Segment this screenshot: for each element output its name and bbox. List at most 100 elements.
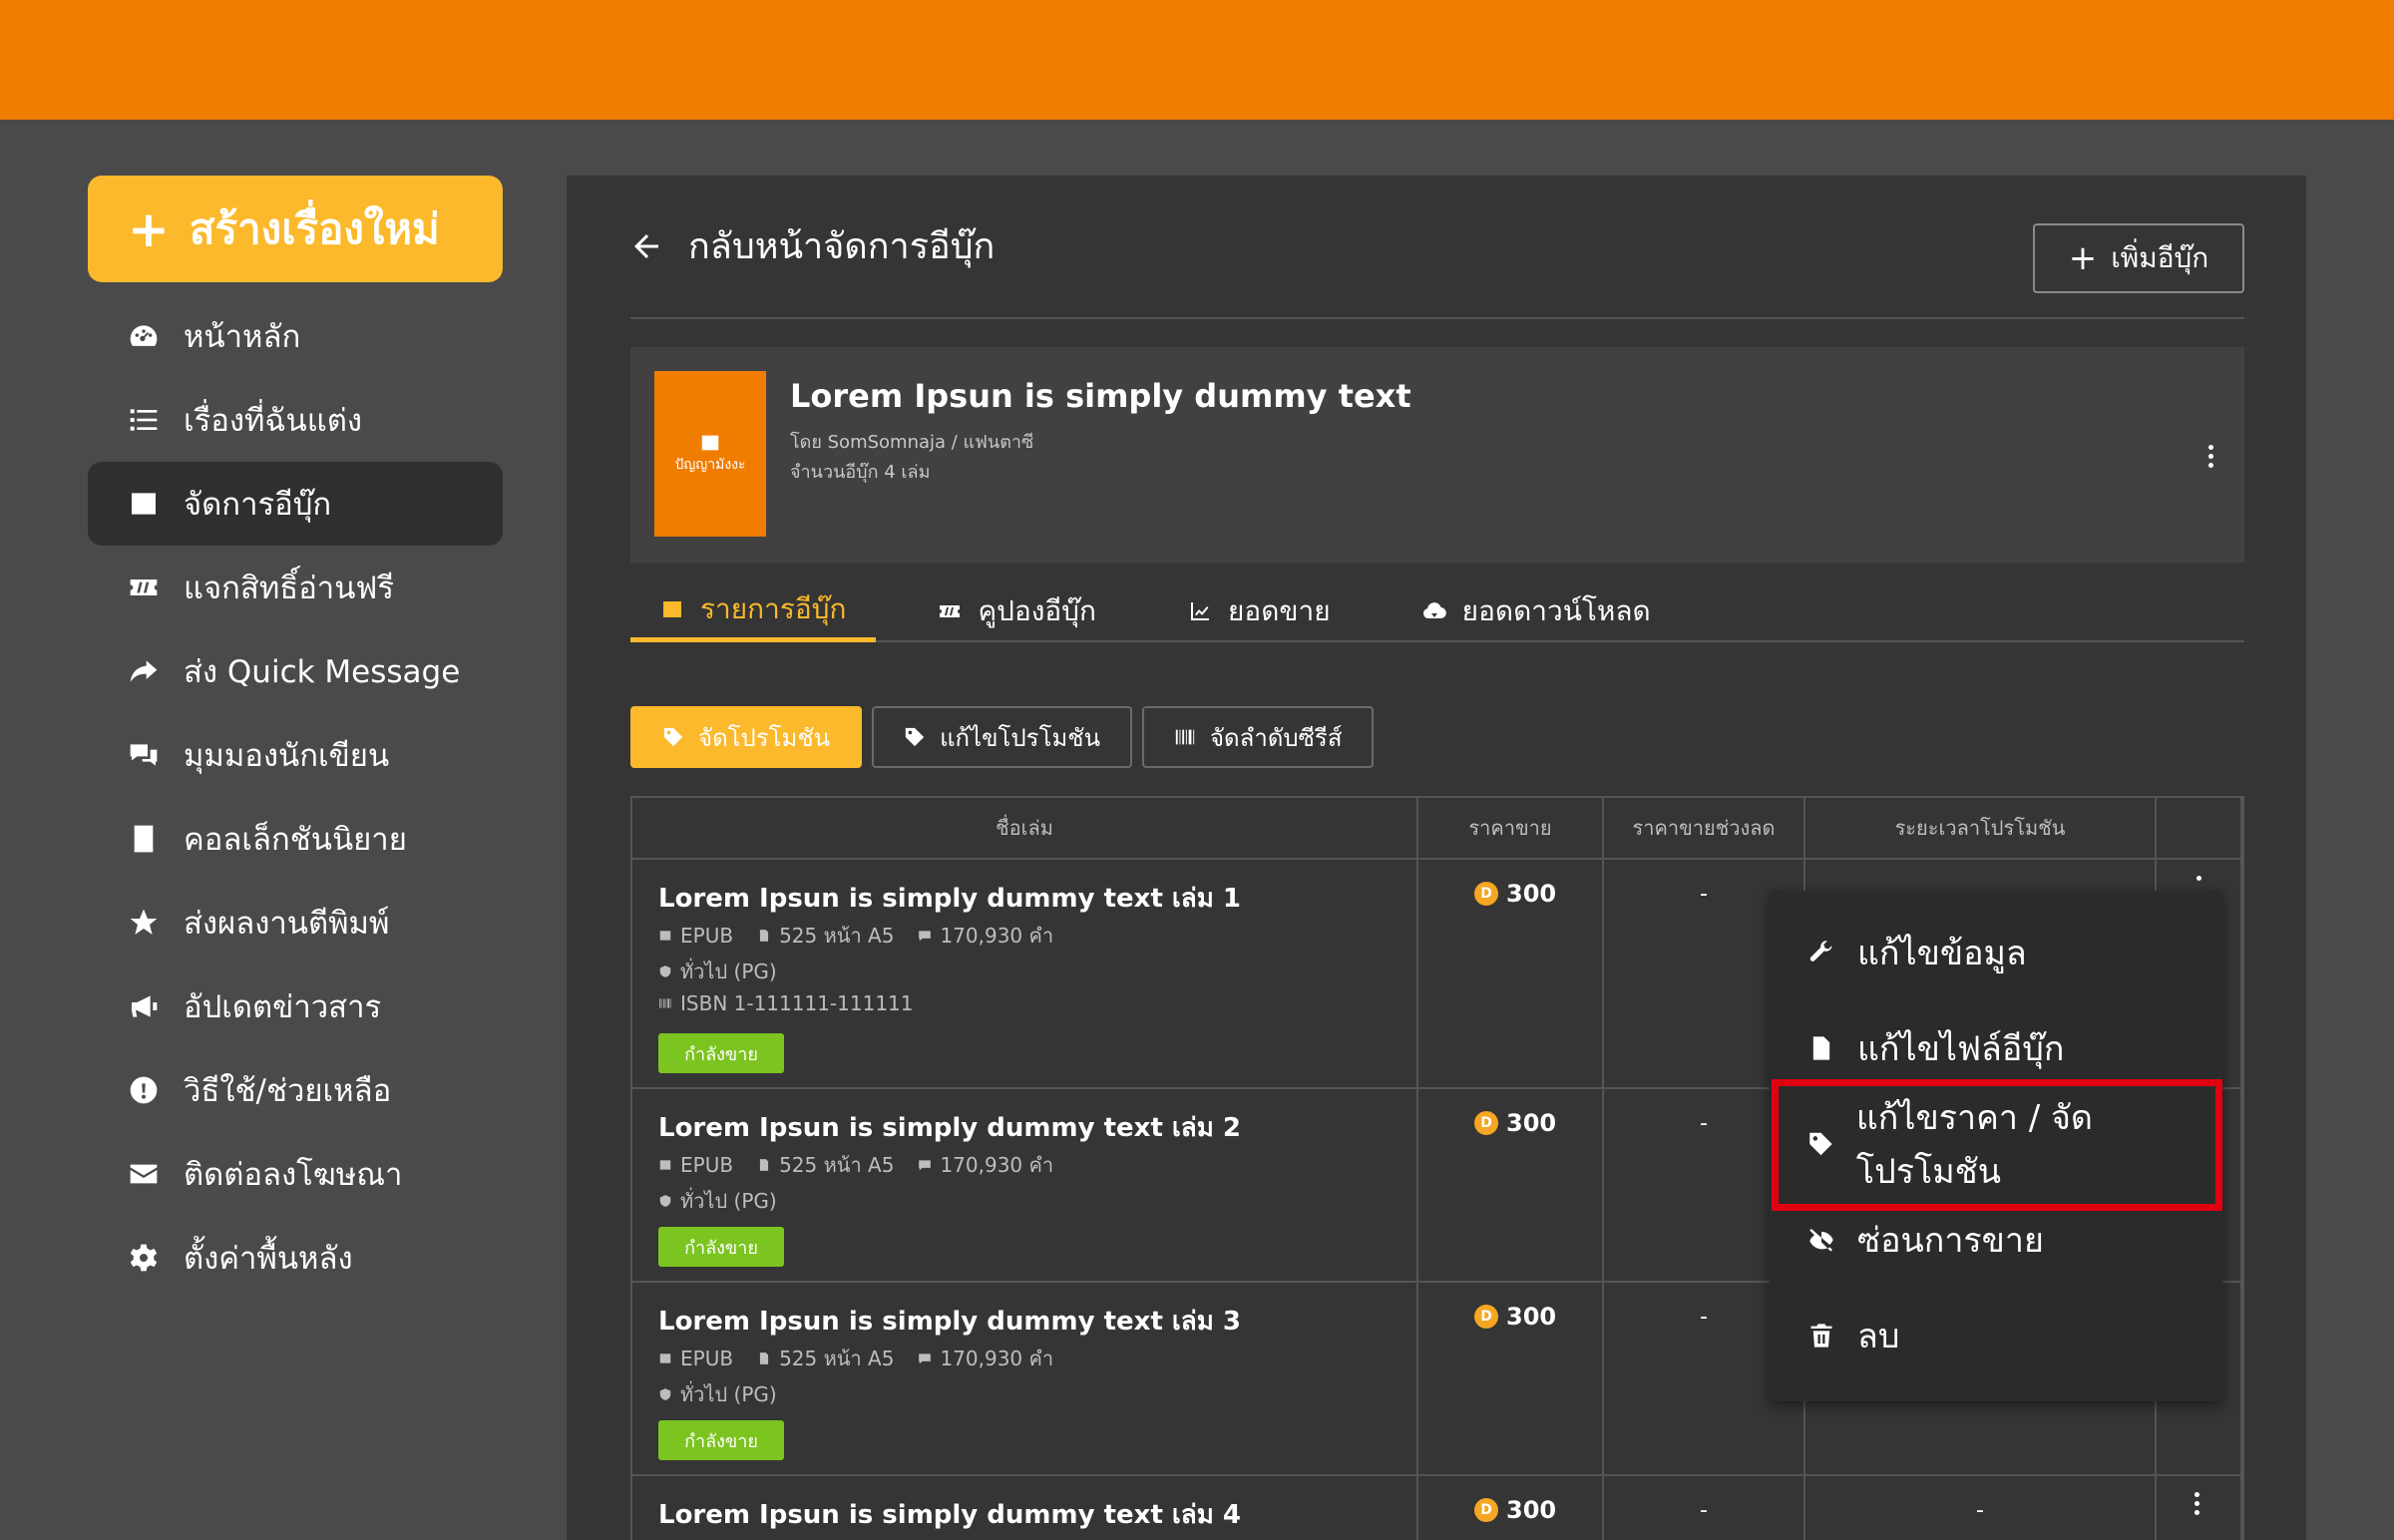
sidebar-item-submit-publish[interactable]: ส่งผลงานตีพิมพ์	[88, 881, 503, 964]
ebook-words: 170,930 คำ	[940, 1153, 1054, 1177]
sidebar-item-label: เรื่องที่ฉันแต่ง	[184, 403, 362, 439]
status-badge: กำลังขาย	[658, 1420, 784, 1460]
sidebar: + สร้างเรื่องใหม่ หน้าหลัก เรื่องที่ฉันแ…	[88, 176, 503, 1300]
tab-sales[interactable]: ยอดขาย	[1158, 594, 1361, 642]
sidebar-item-free-read[interactable]: แจกสิทธิ์อ่านฟรี	[88, 546, 503, 629]
tab-ebook-list[interactable]: รายการอีบุ๊ก	[630, 592, 877, 642]
ticket-icon	[940, 605, 961, 617]
tag-icon	[905, 727, 925, 747]
ebook-words: 170,930 คำ	[940, 1347, 1054, 1370]
more-vertical-icon[interactable]	[2194, 1492, 2199, 1515]
ebook-rating: ทั่วไป (PG)	[658, 956, 801, 987]
sidebar-item-my-stories[interactable]: เรื่องที่ฉันแต่ง	[88, 378, 503, 462]
price-cell: D 300	[1418, 1283, 1604, 1474]
price-amount: 300	[1506, 1303, 1557, 1331]
sidebar-item-home[interactable]: หน้าหลัก	[88, 294, 503, 378]
title-cell: Lorem Ipsun is simply dummy text เล่ม 3 …	[632, 1283, 1418, 1474]
menu-item-delete[interactable]: ลบ	[1770, 1288, 2222, 1383]
back-link[interactable]: กลับหน้าจัดการอีบุ๊ก	[628, 217, 995, 274]
gear-icon	[126, 1240, 162, 1276]
ebook-format: EPUB	[680, 1153, 734, 1177]
tab-label: คูปองอีบุ๊ก	[978, 594, 1096, 627]
sidebar-item-writer-view[interactable]: มุมมองนักเขียน	[88, 713, 503, 797]
title-cell: Lorem Ipsun is simply dummy text เล่ม 4	[632, 1476, 1418, 1540]
create-story-button[interactable]: + สร้างเรื่องใหม่	[88, 176, 503, 282]
book-cover: ปัญญามังงะ	[654, 371, 766, 537]
coin-icon: D	[1474, 1305, 1498, 1329]
button-label: จัดโปรโมชัน	[698, 723, 831, 752]
ebook-pages: 525 หน้า A5	[779, 1347, 895, 1370]
ebook-icon	[659, 931, 671, 941]
ebook-rating: ทั่วไป (PG)	[658, 1185, 801, 1217]
column-header-actions	[2157, 798, 2242, 858]
add-ebook-button[interactable]: + เพิ่มอีบุ๊ก	[2033, 223, 2244, 293]
ebook-icon	[701, 435, 719, 451]
book-count: จำนวนอีบุ๊ก 4 เล่ม	[790, 462, 931, 483]
shield-icon	[659, 1388, 671, 1400]
price-amount: 300	[1506, 1496, 1557, 1524]
sidebar-item-help[interactable]: วิธีใช้/ช่วยเหลือ	[88, 1048, 503, 1132]
ebook-rating: ทั่วไป (PG)	[658, 1378, 801, 1410]
sidebar-item-manage-ebook[interactable]: จัดการอีบุ๊ก	[88, 462, 503, 546]
list-icon	[126, 402, 162, 438]
sidebar-item-collection[interactable]: คอลเล็กชันนิยาย	[88, 797, 503, 881]
sidebar-item-quick-message[interactable]: ส่ง Quick Message	[88, 629, 503, 713]
coin-icon: D	[1474, 1498, 1498, 1522]
menu-item-label: ลบ	[1857, 1317, 1900, 1356]
ebook-isbn: ISBN 1-111111-111111	[658, 991, 938, 1015]
discount-cell: -	[1604, 1476, 1805, 1540]
action-buttons: จัดโปรโมชัน แก้ไขโปรโมชัน จัดลำดับซีรีส์	[630, 706, 1375, 768]
column-header-discount-price: ราคาขายช่วงลด	[1604, 798, 1805, 858]
ticket-icon	[126, 570, 162, 605]
megaphone-icon	[126, 988, 162, 1024]
top-bar	[0, 0, 2394, 120]
coin-icon: D	[1474, 882, 1498, 906]
file-icon	[759, 1159, 769, 1171]
comment-icon	[919, 931, 932, 942]
sidebar-item-label: แจกสิทธิ์อ่านฟรี	[184, 571, 395, 606]
ebook-meta: EPUB 525 หน้า A5 170,930 คำ	[658, 1343, 1077, 1374]
sidebar-nav: หน้าหลัก เรื่องที่ฉันแต่ง จัดการอีบุ๊ก แ…	[88, 294, 503, 1300]
sidebar-item-news[interactable]: อัปเดตข่าวสาร	[88, 964, 503, 1048]
file-icon	[759, 930, 769, 942]
file-icon	[759, 1352, 769, 1364]
ebook-pages: 525 หน้า A5	[779, 924, 895, 948]
sidebar-item-advertise[interactable]: ติดต่อลงโฆษณา	[88, 1132, 503, 1216]
more-vertical-icon[interactable]	[2204, 445, 2216, 469]
plus-icon: +	[128, 199, 170, 258]
ebook-icon	[659, 1353, 671, 1363]
price-value: D 300	[1474, 1303, 1556, 1331]
menu-item-label: แก้ไขไฟล์อีบุ๊ก	[1857, 1029, 2065, 1069]
share-icon	[126, 653, 162, 689]
tab-downloads[interactable]: ยอดดาวน์โหลด	[1393, 594, 1681, 642]
shield-icon	[659, 965, 671, 977]
sidebar-item-label: จัดการอีบุ๊ก	[184, 487, 332, 523]
sidebar-item-background-settings[interactable]: ตั้งค่าพื้นหลัง	[88, 1216, 503, 1300]
ebook-title: Lorem Ipsun is simply dummy text เล่ม 4	[658, 1500, 1242, 1530]
series-order-button[interactable]: จัดลำดับซีรีส์	[1141, 706, 1375, 768]
ebook-pages: 525 หน้า A5	[779, 1153, 895, 1177]
ebook-icon	[659, 1160, 671, 1170]
sidebar-item-label: อัปเดตข่าวสาร	[184, 989, 382, 1025]
back-label: กลับหน้าจัดการอีบุ๊ก	[688, 226, 996, 267]
edit-promotion-button[interactable]: แก้ไขโปรโมชัน	[872, 706, 1132, 768]
tab-label: ยอดดาวน์โหลด	[1461, 594, 1651, 627]
menu-item-label: แก้ไขข้อมูล	[1857, 934, 2027, 973]
column-header-promotion-period: ระยะเวลาโปรโมชัน	[1805, 798, 2157, 858]
menu-item-edit-info[interactable]: แก้ไขข้อมูล	[1770, 905, 2222, 1000]
book-title: Lorem Ipsun is simply dummy text	[790, 377, 1411, 415]
header-divider	[630, 317, 2244, 319]
dashboard-icon	[126, 318, 162, 354]
tab-coupons[interactable]: คูปองอีบุ๊ก	[908, 594, 1126, 642]
more-vertical-icon[interactable]	[2196, 876, 2201, 881]
tab-label: ยอดขาย	[1227, 594, 1331, 627]
add-ebook-label: เพิ่มอีบุ๊ก	[2111, 241, 2209, 274]
wrench-icon	[1809, 941, 1832, 962]
column-header-title: ชื่อเล่ม	[632, 798, 1418, 858]
sidebar-item-label: ติดต่อลงโฆษณา	[184, 1157, 403, 1193]
price-value: D 300	[1474, 1109, 1556, 1137]
comment-icon	[919, 1160, 932, 1171]
menu-item-label: ซ่อนการขาย	[1857, 1221, 2044, 1261]
create-promotion-button[interactable]: จัดโปรโมชัน	[630, 706, 863, 768]
sidebar-item-label: หน้าหลัก	[184, 319, 301, 355]
